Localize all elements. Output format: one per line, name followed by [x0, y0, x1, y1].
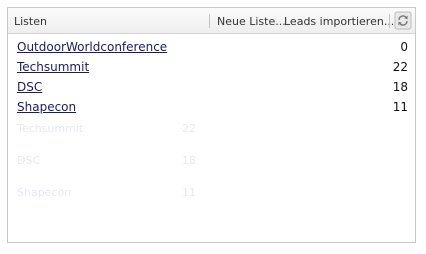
ghost-count: 22 [182, 122, 196, 135]
refresh-button[interactable] [394, 11, 412, 30]
ghost-overlay: Techsummit 22 DSC 18 Shapecon 11 [8, 121, 415, 217]
ghost-name: DSC [17, 154, 41, 167]
list-row: DSC 18 [8, 79, 415, 99]
ghost-count: 11 [182, 186, 196, 199]
lists-panel: Listen Neue Liste... Leads importieren..… [7, 7, 416, 243]
panel-header: Listen Neue Liste... Leads importieren..… [8, 8, 415, 34]
ghost-row: DSC 18 [8, 153, 415, 185]
list-count: 11 [392, 100, 408, 114]
ghost-name: Techsummit [17, 122, 84, 135]
list-row: Shapecon 11 [8, 99, 415, 119]
list-link[interactable]: OutdoorWorldconference [17, 40, 167, 54]
list-count: 0 [400, 40, 408, 54]
list-table: OutdoorWorldconference 0 Techsummit 22 D… [8, 39, 415, 119]
ghost-row: Techsummit 22 [8, 121, 415, 153]
header-divider [209, 14, 210, 28]
list-count: 18 [392, 80, 408, 94]
list-link[interactable]: DSC [17, 80, 42, 94]
ghost-name: Shapecon [17, 186, 72, 199]
new-list-button[interactable]: Neue Liste... [217, 15, 286, 28]
list-count: 22 [392, 60, 408, 74]
ghost-count: 18 [182, 154, 196, 167]
list-link[interactable]: Shapecon [17, 100, 76, 114]
ghost-row: Shapecon 11 [8, 185, 415, 217]
list-link[interactable]: Techsummit [17, 60, 89, 74]
list-row: OutdoorWorldconference 0 [8, 39, 415, 59]
refresh-icon [394, 11, 412, 30]
header-divider [389, 14, 390, 28]
import-leads-button[interactable]: Leads importieren... [284, 15, 394, 28]
panel-title: Listen [14, 15, 47, 28]
list-row: Techsummit 22 [8, 59, 415, 79]
